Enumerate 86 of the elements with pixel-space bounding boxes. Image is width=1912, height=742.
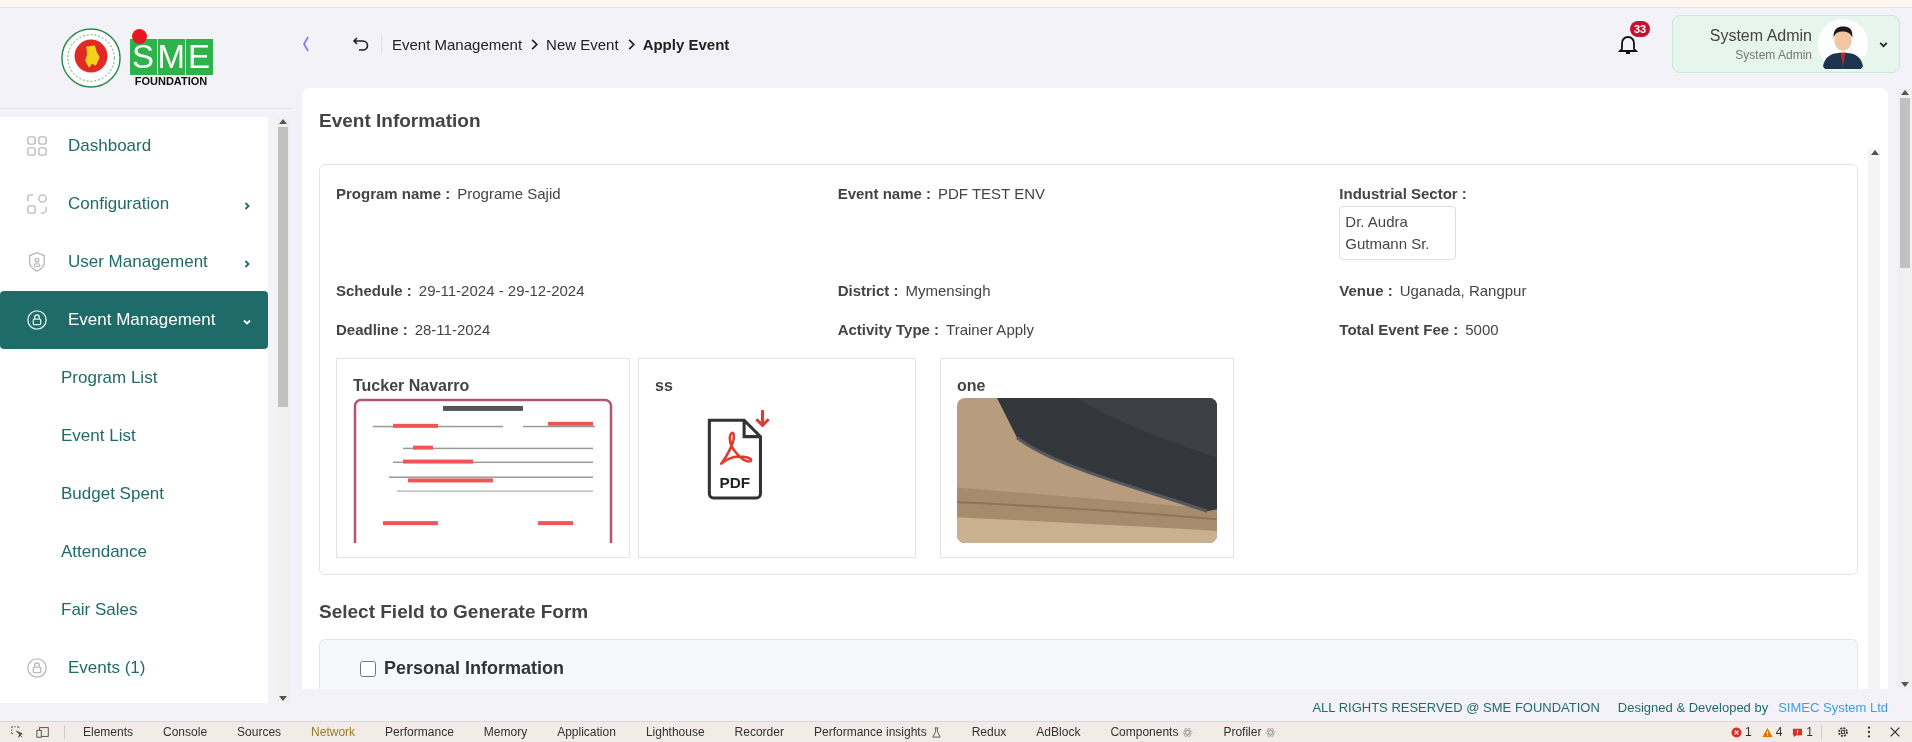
- devtools-tab[interactable]: Lighthouse: [635, 725, 715, 739]
- device-icon[interactable]: [36, 725, 50, 739]
- attachment-title: Tucker Navarro: [353, 377, 471, 395]
- shield-icon: [26, 251, 48, 273]
- devtools-tab[interactable]: Application: [547, 725, 626, 739]
- scrollbar[interactable]: [1898, 88, 1912, 689]
- grid-icon: [26, 135, 48, 157]
- devtools-tab[interactable]: Console: [153, 725, 218, 739]
- lock-icon: [26, 657, 48, 679]
- sidebar-item[interactable]: Configuration: [0, 175, 268, 233]
- submenu-item[interactable]: Attendance: [0, 523, 268, 581]
- issue-count[interactable]: 1: [1792, 725, 1813, 739]
- breadcrumb-link[interactable]: Event Management: [392, 35, 523, 53]
- devtools-tab[interactable]: Redux: [961, 725, 1017, 739]
- warning-count[interactable]: 4: [1761, 725, 1783, 739]
- warning-icon: [1761, 726, 1773, 738]
- user-menu[interactable]: System Admin System Admin: [1672, 15, 1900, 73]
- breadcrumb-link[interactable]: New Event: [546, 35, 619, 53]
- field-value: PDF TEST ENV: [938, 185, 1045, 202]
- devtools-tab[interactable]: Performance: [375, 725, 464, 739]
- field-value: Trainer Apply: [946, 321, 1034, 338]
- atom-icon: [1182, 726, 1194, 738]
- settings-icon[interactable]: [1836, 725, 1850, 739]
- field-label: Deadline :: [336, 321, 408, 338]
- sidebar-item[interactable]: Dashboard: [0, 117, 268, 175]
- field-label: District :: [837, 282, 899, 299]
- scrollbar[interactable]: [1868, 148, 1880, 689]
- field-label: Venue :: [1339, 282, 1393, 299]
- field-value: Programe Sajid: [457, 185, 561, 202]
- avatar-icon: [1818, 19, 1868, 69]
- submenu-item[interactable]: Event List: [0, 407, 268, 465]
- error-icon: [1730, 726, 1742, 738]
- lock-icon: [26, 309, 48, 331]
- inspect-icon[interactable]: [10, 725, 24, 739]
- devtools-tab[interactable]: Profiler: [1213, 725, 1287, 739]
- notification-badge: 33: [1630, 21, 1651, 37]
- credit-text: Designed & Developed by: [1617, 699, 1769, 715]
- copyright-text: ALL RIGHTS RESERVED @ SME FOUNDATION: [1312, 699, 1600, 715]
- devtools-tab[interactable]: Network: [301, 725, 366, 739]
- devtools-tab[interactable]: Recorder: [724, 725, 794, 739]
- field-label: Schedule :: [336, 282, 412, 299]
- field-label: Total Event Fee :: [1339, 321, 1459, 338]
- submenu-item[interactable]: Budget Spent: [0, 465, 268, 523]
- attachment-card[interactable]: one: [940, 358, 1234, 558]
- field-label: Event name :: [837, 185, 932, 202]
- section-title: Event Information: [319, 110, 482, 132]
- devtools-tab[interactable]: Performance insights: [803, 725, 952, 739]
- sme-logo: S M E FOUNDATION: [129, 29, 213, 87]
- attachment-card[interactable]: Tucker Navarro: [336, 358, 630, 558]
- back-icon[interactable]: [351, 34, 371, 54]
- error-count[interactable]: 1: [1730, 725, 1752, 739]
- sidebar-item[interactable]: User Management: [0, 233, 268, 291]
- submenu-item[interactable]: Program List: [0, 349, 268, 407]
- issue-icon: [1792, 726, 1804, 738]
- field-value: Uganada, Rangpur: [1399, 282, 1527, 299]
- submenu-item[interactable]: Fair Sales: [0, 581, 268, 639]
- checkbox-label: Personal Information: [384, 658, 565, 679]
- field-value: Mymensingh: [905, 282, 991, 299]
- chevron-icon: [529, 37, 540, 51]
- field-value: Dr. Audra Gutmann Sr.: [1339, 206, 1457, 260]
- attachment-title: one: [957, 377, 987, 395]
- devtools-tab[interactable]: Components: [1100, 725, 1204, 739]
- sidebar-item[interactable]: Events (1): [0, 639, 268, 697]
- field-value: 28-11-2024: [414, 321, 491, 338]
- devtools-tab[interactable]: AdBlock: [1026, 725, 1091, 739]
- attachment-title: ss: [655, 377, 674, 395]
- breadcrumb-link[interactable]: Apply Event: [642, 35, 730, 53]
- sidebar-item[interactable]: Event Management: [0, 291, 268, 349]
- atom-icon: [1265, 726, 1277, 738]
- section-title: Select Field to Generate Form: [319, 601, 590, 623]
- attachment-card[interactable]: ss PDF: [638, 358, 916, 558]
- devtools-tab[interactable]: Memory: [473, 725, 538, 739]
- field-label: Program name :: [336, 185, 451, 202]
- field-value: 29-11-2024 - 29-12-2024: [418, 282, 585, 299]
- field-value: 5000: [1465, 321, 1499, 338]
- devtools-tab[interactable]: Sources: [227, 725, 292, 739]
- field-label: Industrial Sector :: [1339, 185, 1467, 202]
- collapse-icon[interactable]: [301, 34, 311, 54]
- shapes-icon: [26, 193, 48, 215]
- devtools-tab[interactable]: Elements: [73, 725, 144, 739]
- scrollbar[interactable]: [276, 117, 290, 703]
- field-label: Activity Type :: [837, 321, 940, 338]
- close-icon[interactable]: [1888, 725, 1902, 739]
- flask-icon: [930, 726, 942, 738]
- checkbox[interactable]: [360, 660, 376, 677]
- emblem-icon: [59, 27, 122, 89]
